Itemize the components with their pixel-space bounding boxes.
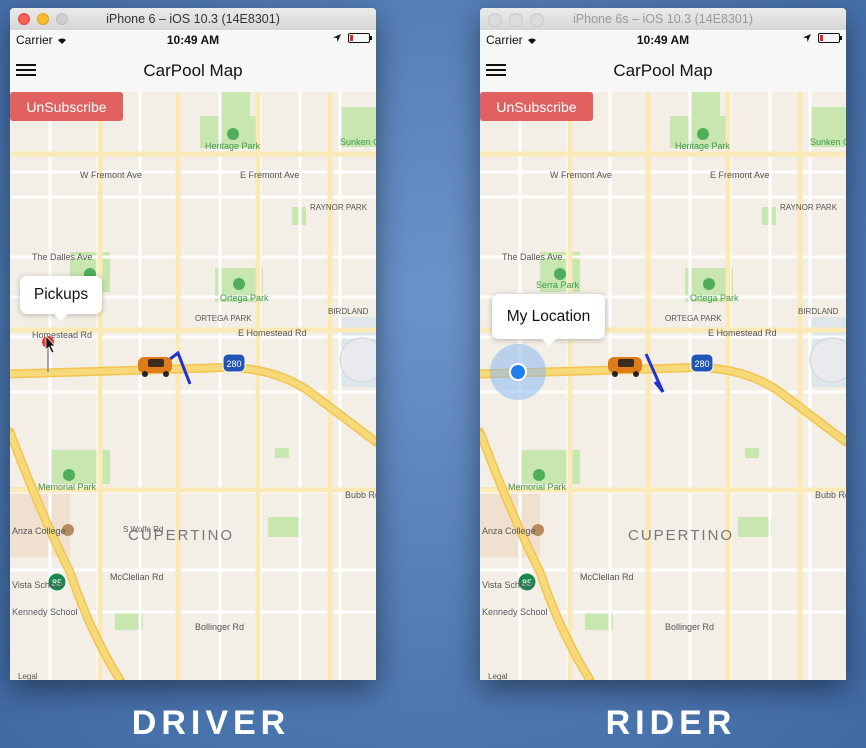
location-arrow-icon bbox=[803, 34, 811, 42]
pickup-pin-icon[interactable] bbox=[42, 335, 56, 372]
svg-text:Memorial Park: Memorial Park bbox=[38, 482, 97, 492]
svg-text:CUPERTINO: CUPERTINO bbox=[128, 527, 234, 544]
status-time: 10:49 AM bbox=[636, 33, 690, 47]
map-view[interactable]: 280 85 Heritage Park Sunken Gr Golf Co S… bbox=[480, 92, 846, 680]
svg-text:CUPERTINO: CUPERTINO bbox=[628, 527, 734, 544]
svg-text:Vista School: Vista School bbox=[12, 580, 62, 590]
status-bar: Carrier 10:49 AM bbox=[10, 30, 376, 50]
pickups-callout[interactable]: Pickups bbox=[20, 276, 102, 321]
svg-text:RAYNOR PARK: RAYNOR PARK bbox=[310, 203, 368, 212]
window-title: iPhone 6s – iOS 10.3 (14E8301) bbox=[573, 12, 753, 26]
svg-text:Heritage Park: Heritage Park bbox=[675, 141, 731, 151]
svg-text:Anza College: Anza College bbox=[12, 526, 66, 536]
svg-text:Serra Park: Serra Park bbox=[536, 280, 580, 290]
svg-text:Ortega Park: Ortega Park bbox=[220, 293, 269, 303]
unsubscribe-button[interactable]: UnSubscribe bbox=[10, 92, 123, 121]
callout-label: My Location bbox=[506, 307, 591, 325]
svg-text:RAYNOR PARK: RAYNOR PARK bbox=[780, 203, 838, 212]
svg-text:E Homestead Rd: E Homestead Rd bbox=[238, 328, 307, 338]
svg-text:E Fremont Ave: E Fremont Ave bbox=[710, 170, 769, 180]
svg-text:W Fremont Ave: W Fremont Ave bbox=[550, 170, 612, 180]
app-title: CarPool Map bbox=[143, 61, 243, 80]
my-location-callout[interactable]: My Location bbox=[492, 294, 605, 346]
callout-label: Pickups bbox=[33, 286, 89, 303]
svg-text:Sunken Gr Golf Co: Sunken Gr Golf Co bbox=[340, 137, 376, 147]
svg-text:Anza College: Anza College bbox=[482, 526, 536, 536]
svg-text:Bubb Rd: Bubb Rd bbox=[345, 490, 376, 500]
user-location-dot bbox=[511, 365, 525, 379]
svg-text:Ortega Park: Ortega Park bbox=[690, 293, 739, 303]
rider-simulator-window: iPhone 6s – iOS 10.3 (14E8301) Carrier 1… bbox=[480, 8, 846, 680]
svg-text:BIRDLAND: BIRDLAND bbox=[328, 307, 369, 316]
svg-text:280: 280 bbox=[226, 359, 241, 369]
svg-text:The Dalles Ave: The Dalles Ave bbox=[32, 252, 92, 262]
highway-280-shield: 280 bbox=[690, 353, 714, 373]
svg-text:Legal: Legal bbox=[18, 672, 38, 680]
svg-text:The Dalles Ave: The Dalles Ave bbox=[502, 252, 562, 262]
status-bar: Carrier 10:49 AM bbox=[480, 30, 846, 50]
svg-text:W Fremont Ave: W Fremont Ave bbox=[80, 170, 142, 180]
svg-text:McClellan Rd: McClellan Rd bbox=[110, 572, 164, 582]
driver-simulator-window: iPhone 6 – iOS 10.3 (14E8301) Carrier 10… bbox=[10, 8, 376, 680]
svg-text:Bollinger Rd: Bollinger Rd bbox=[195, 622, 244, 632]
svg-text:Memorial Park: Memorial Park bbox=[508, 482, 567, 492]
window-titlebar: iPhone 6 – iOS 10.3 (14E8301) bbox=[10, 8, 376, 31]
svg-text:280: 280 bbox=[694, 359, 709, 369]
svg-text:ORTEGA PARK: ORTEGA PARK bbox=[195, 314, 252, 323]
navigation-bar: CarPool Map bbox=[10, 50, 376, 92]
svg-text:E Fremont Ave: E Fremont Ave bbox=[240, 170, 299, 180]
svg-text:Bollinger Rd: Bollinger Rd bbox=[665, 622, 714, 632]
unsubscribe-button[interactable]: UnSubscribe bbox=[480, 92, 593, 121]
svg-text:Vista School: Vista School bbox=[482, 580, 532, 590]
park-label: Heritage Park bbox=[205, 141, 261, 151]
svg-text:Kennedy School: Kennedy School bbox=[12, 607, 78, 617]
svg-text:Sunken Gr Golf Co: Sunken Gr Golf Co bbox=[810, 137, 846, 147]
window-titlebar: iPhone 6s – iOS 10.3 (14E8301) bbox=[480, 8, 846, 31]
svg-text:BIRDLAND: BIRDLAND bbox=[798, 307, 839, 316]
battery-icon bbox=[348, 33, 372, 43]
rider-caption: RIDER bbox=[605, 704, 737, 742]
svg-text:McClellan Rd: McClellan Rd bbox=[580, 572, 634, 582]
location-arrow-icon bbox=[333, 34, 341, 42]
navigation-bar: CarPool Map bbox=[480, 50, 846, 92]
svg-text:E Homestead Rd: E Homestead Rd bbox=[708, 328, 777, 338]
svg-text:ORTEGA PARK: ORTEGA PARK bbox=[665, 314, 722, 323]
highway-280-shield: 280 bbox=[222, 353, 246, 373]
driver-caption: DRIVER bbox=[131, 704, 291, 742]
map-canvas: 280 85 Heritage Park Sunken Gr Golf Co S… bbox=[480, 92, 846, 680]
app-title: CarPool Map bbox=[613, 61, 713, 80]
svg-text:Legal: Legal bbox=[488, 672, 508, 680]
svg-text:Bubb Rd: Bubb Rd bbox=[815, 490, 846, 500]
window-title: iPhone 6 – iOS 10.3 (14E8301) bbox=[106, 12, 280, 26]
battery-icon bbox=[818, 33, 842, 43]
map-view[interactable]: 280 85 Heritage Park Sunken Gr Golf Co O… bbox=[10, 92, 376, 680]
map-canvas: 280 85 Heritage Park Sunken Gr Golf Co O… bbox=[10, 92, 376, 680]
svg-text:Kennedy School: Kennedy School bbox=[482, 607, 548, 617]
svg-text:Homestead Rd: Homestead Rd bbox=[32, 330, 92, 340]
status-time: 10:49 AM bbox=[166, 33, 220, 47]
